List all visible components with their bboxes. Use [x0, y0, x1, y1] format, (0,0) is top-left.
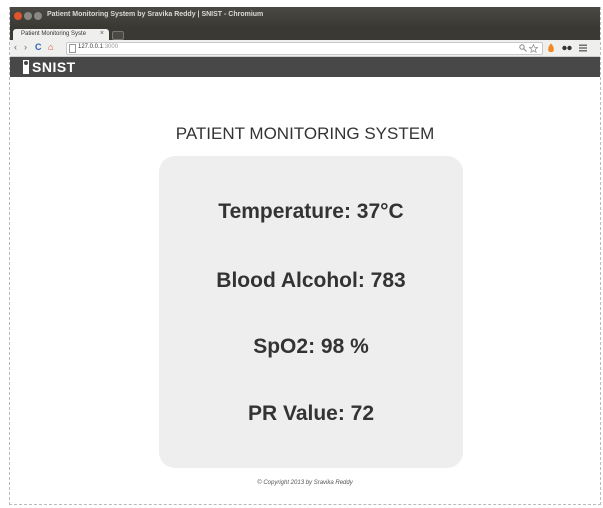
back-icon[interactable]: ‹ — [14, 42, 17, 53]
site-header: SNIST — [10, 57, 600, 77]
readings-card: Temperature: 37°C Blood Alcohol: 783 SpO… — [159, 156, 463, 468]
url-host: 127.0.0.1 — [78, 44, 104, 50]
spo2-reading: SpO2: 98 % — [253, 335, 369, 358]
copyright-footer: © Copyright 2013 by Sravika Reddy — [257, 480, 353, 486]
blood-alcohol-reading: Blood Alcohol: 783 — [216, 269, 406, 292]
tab-close-icon[interactable]: × — [100, 30, 104, 37]
browser-tab[interactable]: Patient Monitoring Syste × — [13, 29, 109, 40]
minimize-window-button[interactable] — [24, 12, 32, 20]
glasses-icon[interactable] — [562, 45, 572, 51]
maximize-window-button[interactable] — [34, 12, 42, 20]
window-title: Patient Monitoring System by Sravika Red… — [47, 11, 264, 18]
logo-text: SNIST — [32, 59, 76, 75]
tab-strip: Patient Monitoring Syste × — [10, 27, 600, 40]
forward-icon[interactable]: › — [24, 42, 27, 53]
new-tab-button[interactable] — [112, 31, 124, 40]
window-titlebar: Patient Monitoring System by Sravika Red… — [10, 7, 600, 27]
address-bar[interactable]: 127.0.0.1:3000 — [66, 42, 543, 55]
url-port: :3000 — [103, 44, 119, 50]
star-icon[interactable] — [529, 44, 538, 53]
page-icon — [69, 44, 76, 53]
pr-value-reading: PR Value: 72 — [247, 402, 375, 425]
url-text: 127.0.0.1:3000 — [78, 44, 118, 50]
browser-toolbar: ‹ › C ⌂ 127.0.0.1:3000 — [10, 40, 600, 57]
temperature-reading: Temperature: 37°C — [218, 200, 404, 223]
magnifier-icon[interactable] — [519, 44, 527, 52]
logo-mark-icon — [23, 60, 29, 74]
home-icon[interactable]: ⌂ — [48, 42, 53, 53]
browser-window: Patient Monitoring System by Sravika Red… — [9, 7, 601, 505]
menu-icon[interactable] — [579, 44, 587, 52]
close-window-button[interactable] — [14, 12, 22, 20]
reload-icon[interactable]: C — [35, 42, 42, 53]
tab-label: Patient Monitoring Syste — [21, 31, 87, 37]
page-title: PATIENT MONITORING SYSTEM — [175, 124, 435, 143]
extension-icon[interactable] — [547, 43, 555, 54]
